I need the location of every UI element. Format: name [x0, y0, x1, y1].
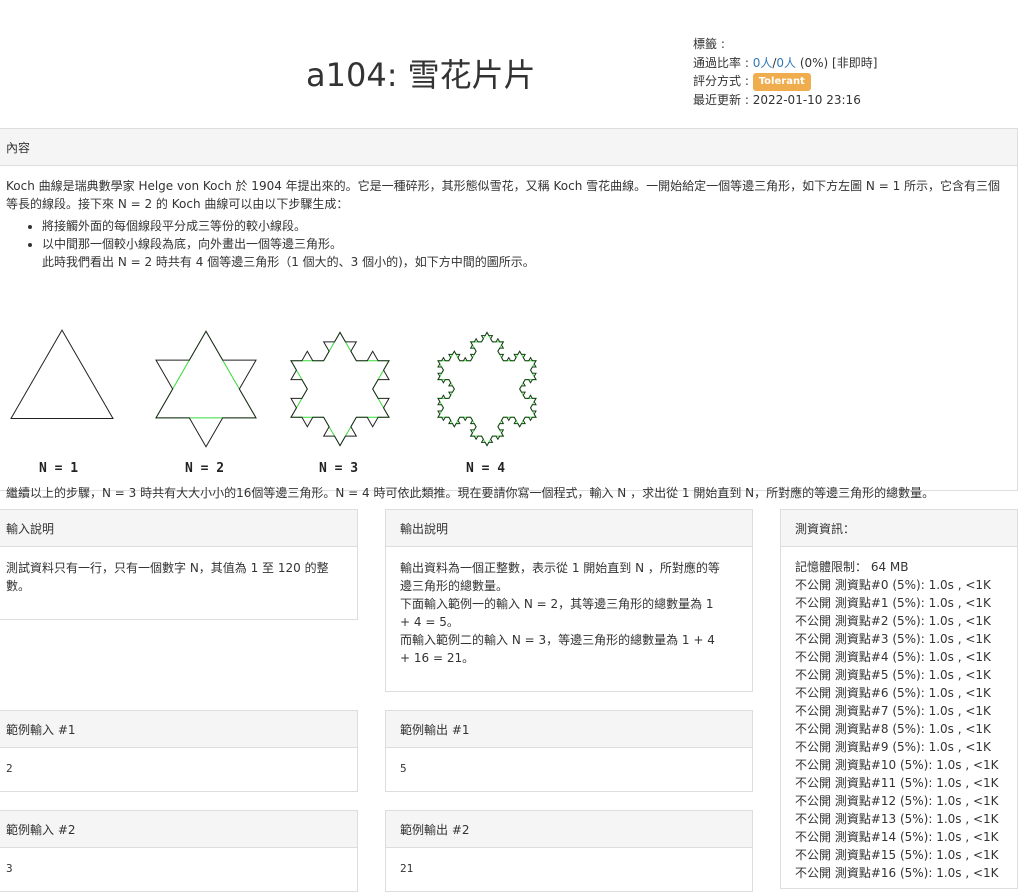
koch-n1-shape: [10, 329, 114, 419]
content-panel: 內容 Koch 曲線是瑞典數學家 Helge von Koch 於 1904 年…: [0, 128, 1018, 500]
koch-n3-shape: [290, 331, 390, 447]
sample-output-1-header: 範例輸出 #1: [386, 711, 752, 748]
testcase-row: 不公開 測資點#7 (5%): 1.0s , <1K: [795, 704, 991, 718]
testcase-row: 不公開 測資點#14 (5%): 1.0s , <1K: [795, 830, 999, 844]
testcase-row: 不公開 測資點#15 (5%): 1.0s , <1K: [795, 848, 999, 862]
pass-rate-total-link[interactable]: 0人: [776, 56, 796, 70]
output-desc-panel: 輸出說明 輸出資料為一個正整數，表示從 1 開始直到 N ，所對應的等邊三角形的…: [385, 509, 753, 692]
step-item-2: 以中間那一個較小線段為底，向外畫出一個等邊三角形。 此時我們看出 N = 2 時…: [42, 235, 1010, 271]
pass-rate-rest: (0%) [非即時]: [796, 55, 878, 70]
step-item-2-text: 以中間那一個較小線段為底，向外畫出一個等邊三角形。: [42, 237, 343, 251]
koch-n2-shape: [155, 330, 257, 448]
figure-label-n3: N = 3: [319, 461, 359, 476]
testinfo-panel: 測資資訊： 記憶體限制： 64 MB 不公開 測資點#0 (5%): 1.0s …: [780, 509, 1018, 889]
testcase-row: 不公開 測資點#13 (5%): 1.0s , <1K: [795, 812, 999, 826]
testcase-row: 不公開 測資點#2 (5%): 1.0s , <1K: [795, 614, 991, 628]
testcase-row: 不公開 測資點#5 (5%): 1.0s , <1K: [795, 668, 991, 682]
sample-input-2-value[interactable]: 3: [0, 848, 357, 890]
judge-label: 評分方式 :: [693, 74, 749, 88]
problem-meta: 標籤 : 通過比率 : 0人/0人 (0%) [非即時] 評分方式 : Tole…: [693, 35, 877, 109]
sample-output-2-header: 範例輸出 #2: [386, 811, 752, 848]
content-paragraph-2: 繼續以上的步驟，N = 3 時共有大大小小的16個等邊三角形。N = 4 時可依…: [6, 486, 935, 500]
testcase-row: 不公開 測資點#1 (5%): 1.0s , <1K: [795, 596, 991, 610]
testcase-row: 不公開 測資點#3 (5%): 1.0s , <1K: [795, 632, 991, 646]
koch-n4-shape: [437, 331, 537, 447]
tags-row: 標籤 :: [693, 35, 877, 54]
output-desc-header: 輸出說明: [386, 510, 752, 547]
step-item-2-note: 此時我們看出 N = 2 時共有 4 個等邊三角形（1 個大的、3 個小的)，如…: [42, 255, 535, 269]
pass-rate-accepted-link[interactable]: 0人: [753, 56, 773, 70]
koch-snowflake-figure: [10, 329, 537, 448]
figure-label-n1: N = 1: [39, 461, 79, 476]
testinfo-header: 測資資訊：: [781, 510, 1017, 547]
tags-label: 標籤 :: [693, 37, 725, 51]
testcase-list: 不公開 測資點#0 (5%): 1.0s , <1K 不公開 測資點#1 (5%…: [795, 576, 1003, 882]
sample-input-1-header: 範例輸入 #1: [0, 711, 357, 748]
sample-input-2-header: 範例輸入 #2: [0, 811, 357, 848]
judge-row: 評分方式 : Tolerant: [693, 72, 877, 91]
updated-label: 最近更新 :: [693, 92, 753, 107]
sample-input-1-panel: 範例輸入 #1 2: [0, 710, 358, 792]
testinfo-body: 記憶體限制： 64 MB 不公開 測資點#0 (5%): 1.0s , <1K …: [781, 547, 1017, 893]
input-desc-header: 輸入說明: [0, 510, 357, 547]
content-body: Koch 曲線是瑞典數學家 Helge von Koch 於 1904 年提出來…: [0, 166, 1017, 500]
output-desc-line-1: 輸出資料為一個正整數，表示從 1 開始直到 N ，所對應的等邊三角形的總數量。: [400, 561, 720, 593]
updated-value: 2022-01-10 23:16: [752, 92, 861, 107]
testcase-row: 不公開 測資點#12 (5%): 1.0s , <1K: [795, 794, 999, 808]
testcase-row: 不公開 測資點#0 (5%): 1.0s , <1K: [795, 578, 991, 592]
testcase-row: 不公開 測資點#11 (5%): 1.0s , <1K: [795, 776, 999, 790]
memory-limit: 記憶體限制： 64 MB: [795, 560, 909, 574]
sample-output-1-value[interactable]: 5: [386, 748, 752, 790]
sample-input-1-value[interactable]: 2: [0, 748, 357, 790]
input-desc-body: 測試資料只有一行，只有一個數字 N，其值為 1 至 120 的整數。: [6, 561, 329, 593]
testcase-row: 不公開 測資點#4 (5%): 1.0s , <1K: [795, 650, 991, 664]
sample-input-2-panel: 範例輸入 #2 3: [0, 810, 358, 892]
judge-badge: Tolerant: [752, 72, 811, 91]
figure-label-n4: N = 4: [466, 461, 506, 476]
steps-list: 將接觸外面的每個線段平分成三等份的較小線段。 以中間那一個較小線段為底，向外畫出…: [6, 217, 1010, 271]
sample-output-2-panel: 範例輸出 #2 21: [385, 810, 753, 892]
content-header: 內容: [0, 129, 1017, 166]
output-desc-line-3: 而輸入範例二的輸入 N = 3，等邊三角形的總數量為 1 + 4 + 16 = …: [400, 633, 715, 665]
pass-rate-label: 通過比率 :: [693, 55, 753, 70]
testcase-row: 不公開 測資點#16 (5%): 1.0s , <1K: [795, 866, 999, 880]
problem-title: a104: 雪花片片: [306, 56, 536, 94]
output-desc-body: 輸出資料為一個正整數，表示從 1 開始直到 N ，所對應的等邊三角形的總數量。 …: [386, 547, 739, 679]
testcase-row: 不公開 測資點#8 (5%): 1.0s , <1K: [795, 722, 991, 736]
figure-label-n2: N = 2: [185, 461, 225, 476]
sample-output-2-value[interactable]: 21: [386, 848, 752, 890]
sample-output-1-panel: 範例輸出 #1 5: [385, 710, 753, 792]
updated-row: 最近更新 : 2022-01-10 23:16: [693, 91, 877, 110]
testcase-row: 不公開 測資點#6 (5%): 1.0s , <1K: [795, 686, 991, 700]
output-desc-line-2: 下面輸入範例一的輸入 N = 2，其等邊三角形的總數量為 1 + 4 = 5。: [400, 597, 714, 629]
pass-rate-row: 通過比率 : 0人/0人 (0%) [非即時]: [693, 54, 877, 73]
step-item-1: 將接觸外面的每個線段平分成三等份的較小線段。: [42, 217, 1010, 235]
testcase-row: 不公開 測資點#9 (5%): 1.0s , <1K: [795, 740, 991, 754]
content-paragraph-1: Koch 曲線是瑞典數學家 Helge von Koch 於 1904 年提出來…: [6, 179, 1001, 211]
input-desc-panel: 輸入說明 測試資料只有一行，只有一個數字 N，其值為 1 至 120 的整數。: [0, 509, 358, 620]
testcase-row: 不公開 測資點#10 (5%): 1.0s , <1K: [795, 758, 999, 772]
